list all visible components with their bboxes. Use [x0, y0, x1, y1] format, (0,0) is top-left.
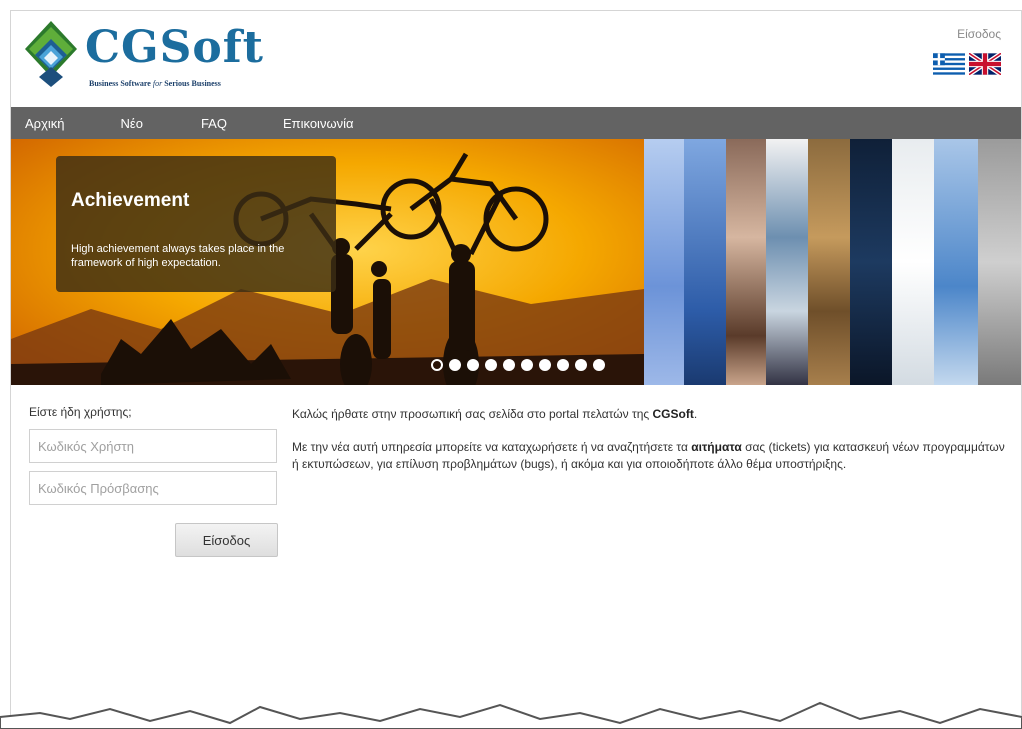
- slider-dot-8[interactable]: [557, 359, 569, 371]
- nav-item-faq[interactable]: FAQ: [201, 116, 227, 131]
- welcome-paragraph: Καλώς ήρθατε στην προσωπική σας σελίδα σ…: [292, 407, 698, 421]
- preview-strip: [934, 139, 978, 385]
- greek-flag-icon[interactable]: [933, 53, 965, 75]
- torn-paper-edge: [0, 701, 1022, 729]
- slider-dot-5[interactable]: [503, 359, 515, 371]
- language-switcher: [933, 53, 1001, 75]
- username-field[interactable]: [29, 429, 277, 463]
- logo-mark-icon: [25, 21, 77, 87]
- preview-strip: [808, 139, 850, 385]
- slider-dot-10[interactable]: [593, 359, 605, 371]
- hero-slider: Achievement High achievement always take…: [11, 139, 1021, 385]
- login-button[interactable]: Είσοδος: [175, 523, 278, 557]
- slider-pagination: [431, 359, 605, 371]
- uk-flag-icon[interactable]: [969, 53, 1001, 75]
- slider-dot-7[interactable]: [539, 359, 551, 371]
- brand-tagline: Business Software for Serious Business: [89, 79, 221, 88]
- login-question: Είστε ήδη χρήστης;: [29, 405, 132, 419]
- preview-strip: [684, 139, 726, 385]
- service-paragraph: Με την νέα αυτή υπηρεσία μπορείτε να κατ…: [292, 440, 1005, 471]
- slide-caption-title: Achievement: [71, 190, 190, 211]
- main-nav: Αρχική Νέο FAQ Επικοινωνία: [11, 107, 1021, 139]
- preview-strip: [850, 139, 892, 385]
- logo[interactable]: CGSoft Business Software for Serious Bus…: [23, 19, 263, 97]
- preview-strip: [726, 139, 766, 385]
- welcome-text: Καλώς ήρθατε στην προσωπική σας σελίδα σ…: [292, 406, 1012, 473]
- nav-item-home[interactable]: Αρχική: [25, 116, 65, 131]
- slider-dot-9[interactable]: [575, 359, 587, 371]
- nav-item-new[interactable]: Νέο: [121, 116, 143, 131]
- preview-strip: [978, 139, 1021, 385]
- preview-strip: [892, 139, 934, 385]
- slide-caption-text: High achievement always takes place in t…: [71, 243, 285, 269]
- slider-dot-3[interactable]: [467, 359, 479, 371]
- page-frame: CGSoft Business Software for Serious Bus…: [10, 10, 1022, 729]
- header: CGSoft Business Software for Serious Bus…: [11, 11, 1021, 107]
- preview-strip: [644, 139, 684, 385]
- slider-dot-4[interactable]: [485, 359, 497, 371]
- slide-caption: Achievement High achievement always take…: [56, 156, 336, 292]
- slider-dot-2[interactable]: [449, 359, 461, 371]
- slide-preview-strips: [644, 139, 1021, 385]
- password-field[interactable]: [29, 471, 277, 505]
- preview-strip: [766, 139, 808, 385]
- slider-dot-1[interactable]: [431, 359, 443, 371]
- nav-item-contact[interactable]: Επικοινωνία: [283, 116, 354, 131]
- brand-name: CGSoft: [85, 22, 264, 73]
- header-login-link[interactable]: Είσοδος: [957, 27, 1001, 41]
- slider-dot-6[interactable]: [521, 359, 533, 371]
